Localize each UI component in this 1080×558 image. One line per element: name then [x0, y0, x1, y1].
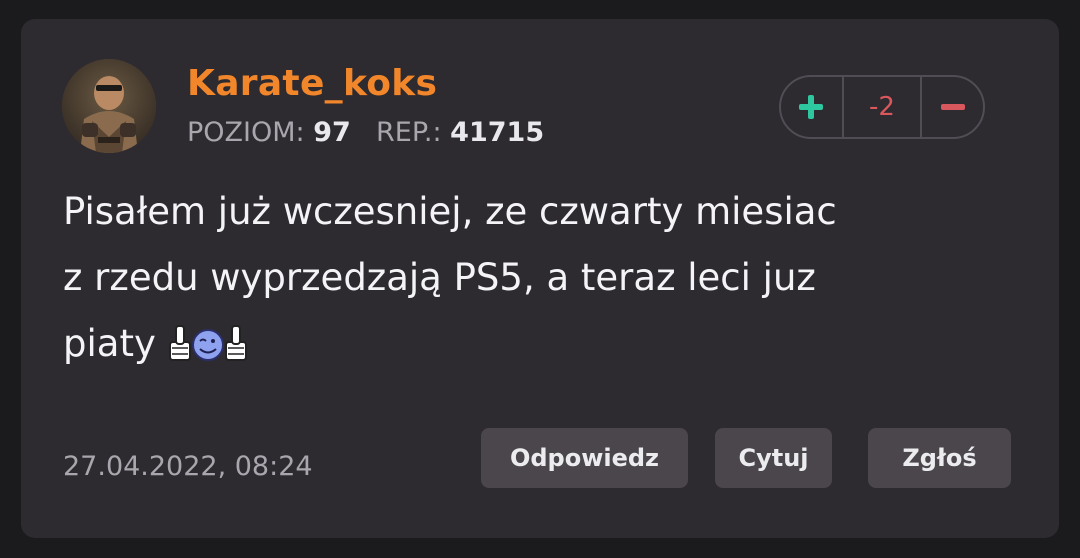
minus-icon — [940, 104, 965, 110]
vote-score: -2 — [844, 77, 923, 137]
rep-value: 41715 — [450, 117, 545, 148]
level-label: POZIOM: — [187, 117, 305, 148]
reply-button[interactable]: Odpowiedz — [481, 428, 688, 488]
comment-line: Pisałem już wczesniej, ze czwarty miesia… — [63, 190, 837, 233]
comment-line-text: piaty — [63, 322, 156, 365]
level-value: 97 — [313, 117, 351, 148]
quote-button[interactable]: Cytuj — [715, 428, 832, 488]
report-button[interactable]: Zgłoś — [868, 428, 1011, 488]
comment-text: Pisałem już wczesniej, ze czwarty miesia… — [63, 179, 1023, 385]
avatar[interactable] — [62, 59, 156, 153]
comment-card: Karate_koks POZIOM: 97 REP.: 41715 -2 Pi… — [21, 19, 1059, 538]
thumbs-up-smiley-emoticon — [166, 319, 250, 385]
post-date: 27.04.2022, 08:24 — [63, 451, 313, 482]
username[interactable]: Karate_koks — [187, 63, 437, 104]
upvote-button[interactable] — [781, 77, 844, 137]
rep-label: REP.: — [376, 117, 442, 148]
comment-line: z rzedu wyprzedzają PS5, a teraz leci ju… — [63, 256, 816, 299]
comment-line: piaty — [63, 311, 1023, 385]
avatar-image — [62, 59, 156, 153]
downvote-button[interactable] — [922, 77, 983, 137]
user-stats: POZIOM: 97 REP.: 41715 — [187, 117, 544, 148]
vote-widget: -2 — [779, 75, 985, 139]
plus-icon — [799, 95, 824, 119]
